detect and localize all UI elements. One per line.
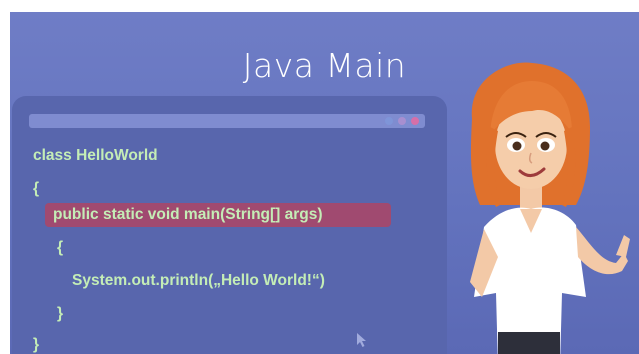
code-line-3: public static void main(String[] args) xyxy=(53,206,323,223)
code-line-4: { xyxy=(57,239,64,256)
code-line-7: } xyxy=(33,336,40,353)
code-block: class HelloWorld { public static void ma… xyxy=(12,96,325,353)
window-dot-1 xyxy=(385,117,393,125)
editor-toolbar xyxy=(29,114,425,128)
window-dot-2 xyxy=(398,117,406,125)
code-line-5: System.out.println(„Hello World!“) xyxy=(72,272,325,289)
code-editor-panel: class HelloWorld { public static void ma… xyxy=(12,96,447,354)
window-controls xyxy=(385,117,419,125)
code-line-6: } xyxy=(57,305,64,322)
character-illustration xyxy=(470,62,630,354)
video-frame: Java Main class HelloWorld { public stat… xyxy=(10,12,639,354)
mouse-cursor-icon xyxy=(357,333,366,347)
code-line-2: { xyxy=(33,180,40,197)
window-dot-3 xyxy=(411,117,419,125)
code-line-1: class HelloWorld xyxy=(33,147,158,164)
